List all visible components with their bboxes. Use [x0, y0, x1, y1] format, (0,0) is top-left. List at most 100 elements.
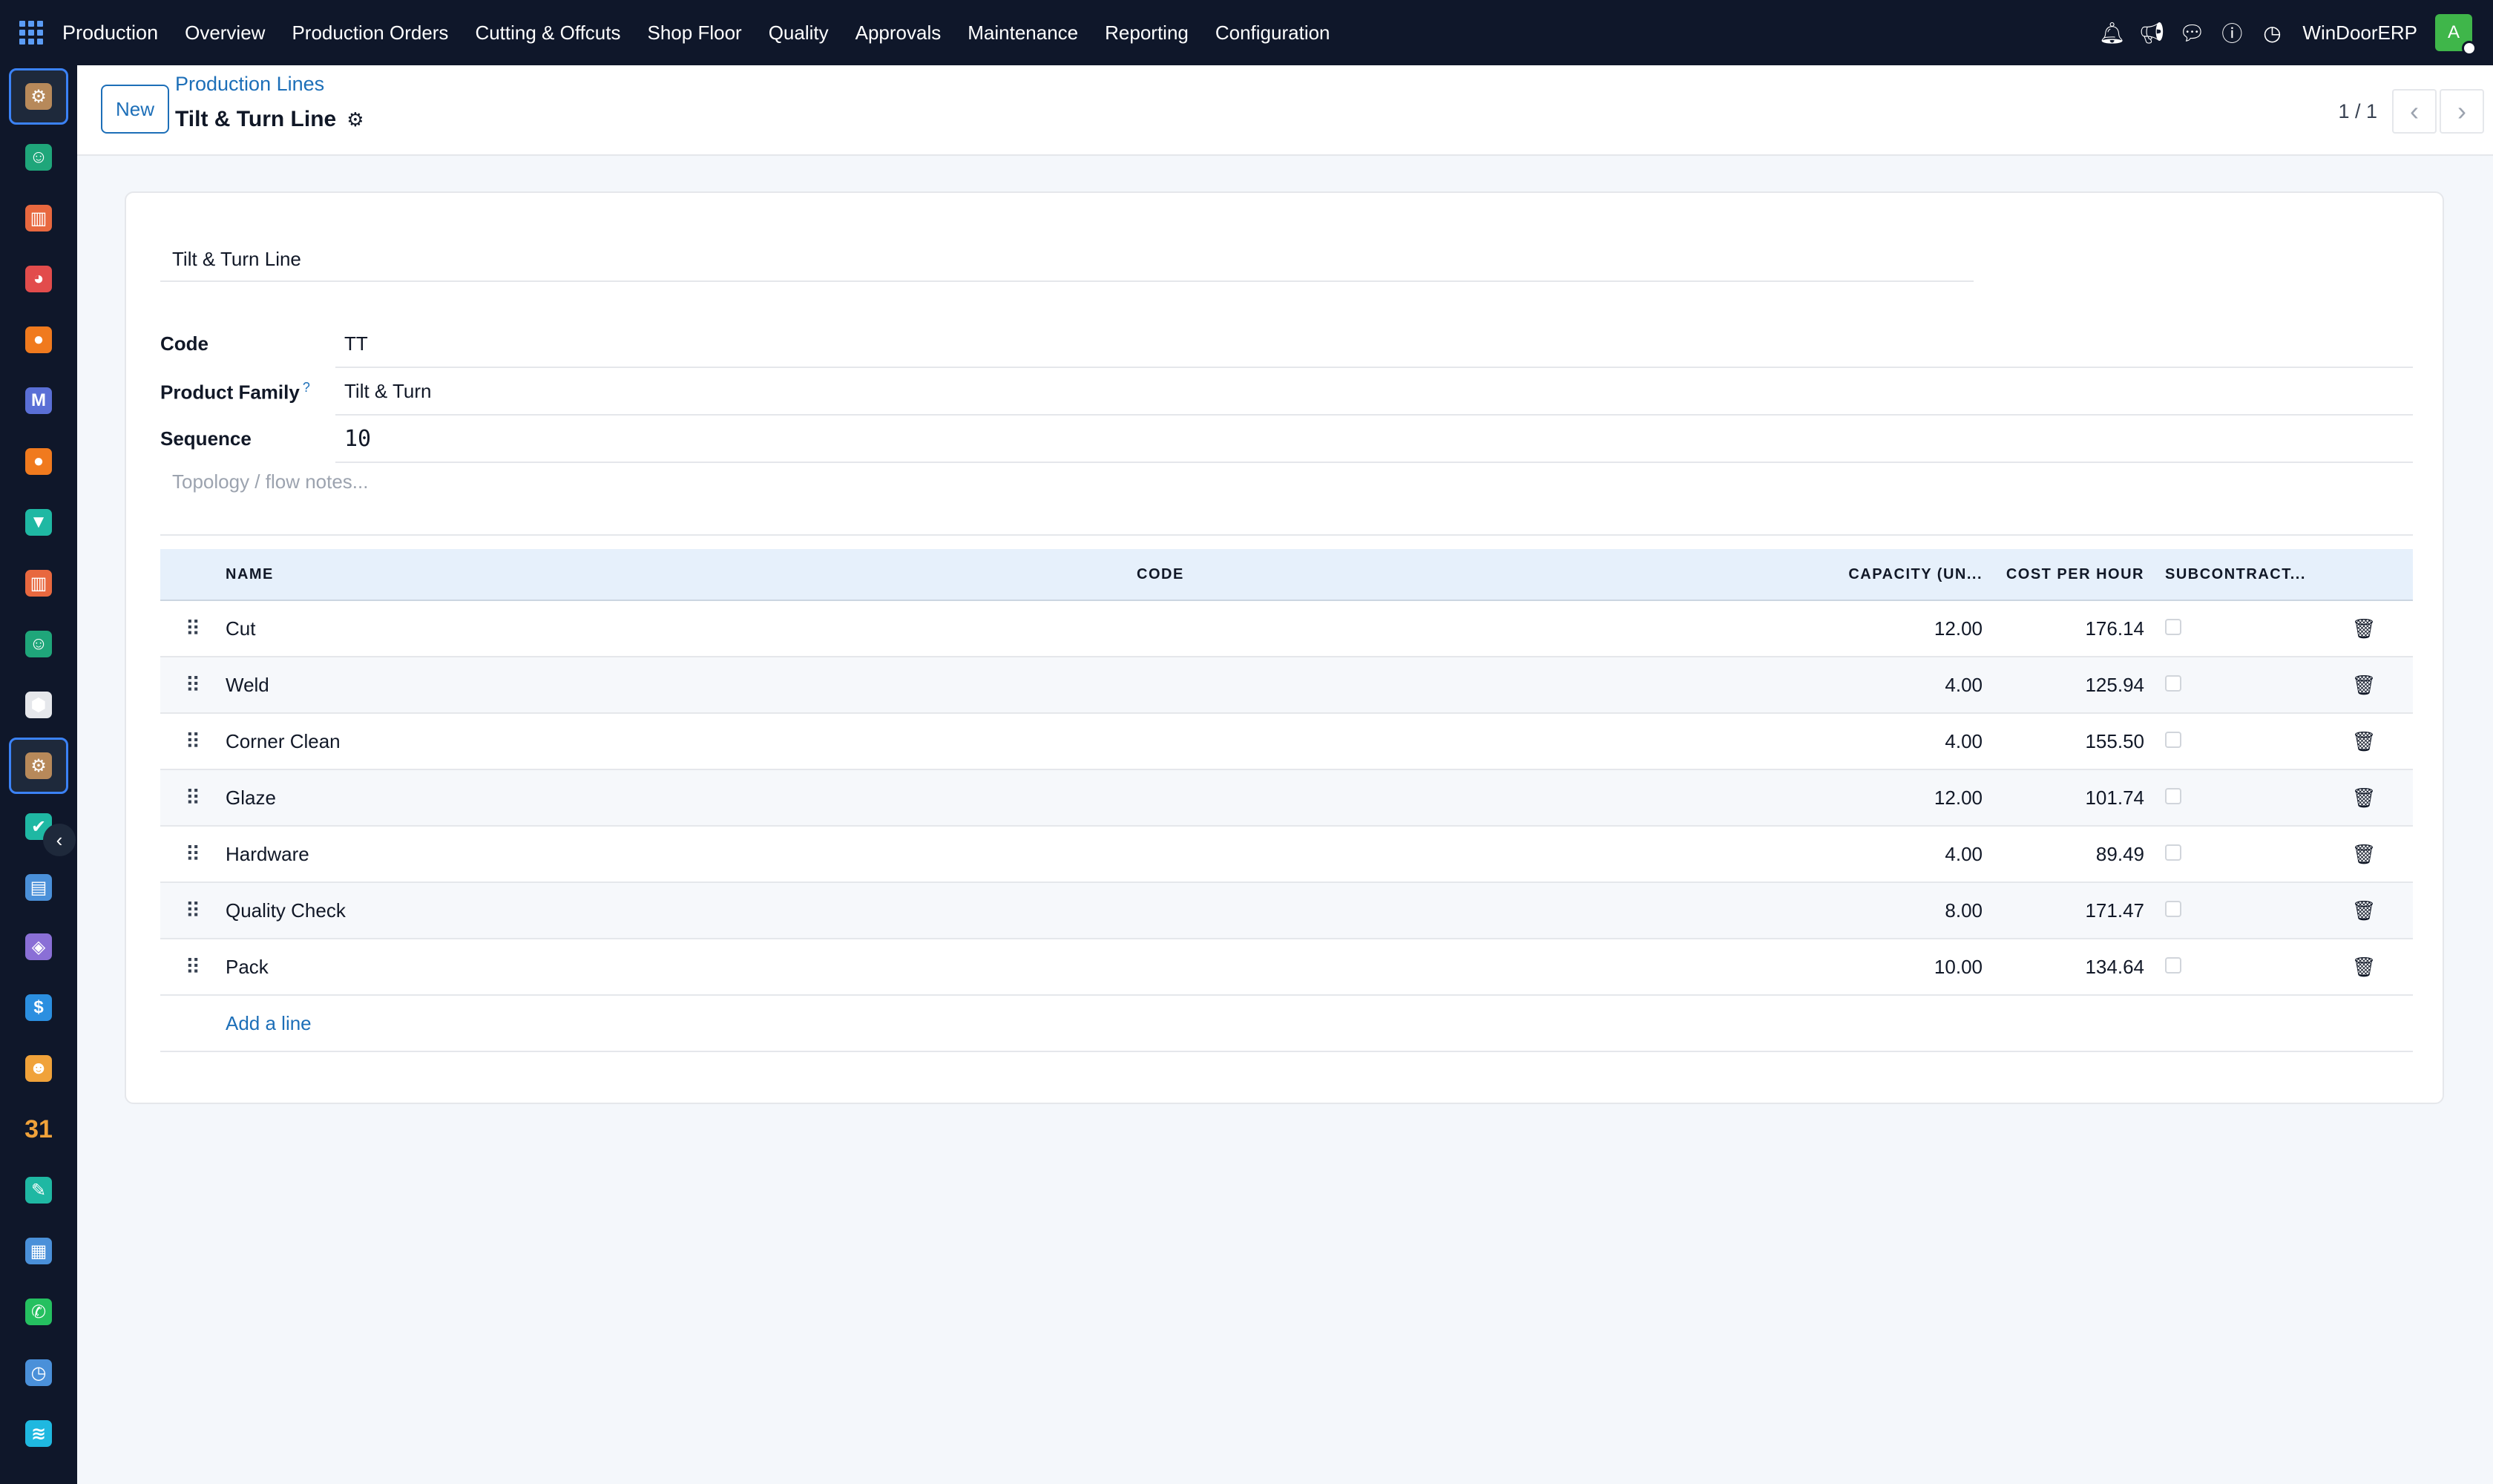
- line-name-input[interactable]: Tilt & Turn Line: [160, 237, 1974, 282]
- column-header-subcontract[interactable]: SUBCONTRACT...: [2155, 566, 2315, 583]
- menu-reporting[interactable]: Reporting: [1091, 0, 1202, 65]
- drag-handle-icon[interactable]: ⠿: [160, 673, 226, 697]
- menu-overview[interactable]: Overview: [171, 0, 278, 65]
- subcontract-checkbox[interactable]: [2165, 674, 2181, 692]
- app-switcher-button[interactable]: [0, 0, 62, 65]
- topology-notes-textarea[interactable]: Topology / flow notes...: [160, 463, 2413, 536]
- sidebar-app-sign-app[interactable]: ✎: [9, 1162, 68, 1218]
- cell-name[interactable]: Quality Check: [226, 899, 1137, 922]
- menu-production-orders[interactable]: Production Orders: [278, 0, 462, 65]
- subcontract-checkbox[interactable]: [2165, 787, 2181, 804]
- cell-capacity[interactable]: 12.00: [1804, 787, 1993, 810]
- cell-cost-per-hour[interactable]: 155.50: [1993, 730, 2155, 753]
- sidebar-app-sales-app[interactable]: ▥: [9, 555, 68, 611]
- breadcrumb-production-lines[interactable]: Production Lines: [175, 73, 324, 96]
- sidebar-app-invoicing-app[interactable]: $: [9, 979, 68, 1036]
- sidebar-app-team-app[interactable]: ☻: [9, 1040, 68, 1097]
- subcontract-checkbox[interactable]: [2165, 956, 2181, 974]
- sidebar-app-reporting-app[interactable]: ▥: [9, 190, 68, 246]
- sidebar-app-products-app[interactable]: ◈: [9, 919, 68, 975]
- subcontract-checkbox[interactable]: [2165, 900, 2181, 917]
- sidebar-app-chat-app[interactable]: ●: [9, 433, 68, 490]
- product-family-input[interactable]: Tilt & Turn: [335, 370, 2413, 416]
- table-row[interactable]: ⠿ Weld 4.00 125.94 🗑︎: [160, 657, 2413, 714]
- add-a-line-link[interactable]: Add a line: [226, 1012, 1137, 1035]
- drag-handle-icon[interactable]: ⠿: [160, 786, 226, 810]
- sidebar-app-manufacturing-app[interactable]: ⚙: [9, 738, 68, 794]
- sidebar-app-production-app[interactable]: ⚙: [9, 68, 68, 125]
- table-row[interactable]: ⠿ Hardware 4.00 89.49 🗑︎: [160, 827, 2413, 883]
- column-header-code[interactable]: CODE: [1137, 566, 1804, 583]
- cell-name[interactable]: Hardware: [226, 843, 1137, 866]
- table-row[interactable]: ⠿ Corner Clean 4.00 155.50 🗑︎: [160, 714, 2413, 770]
- chevron-left-icon[interactable]: ‹: [43, 824, 76, 856]
- pager-value[interactable]: 1 / 1: [2338, 100, 2377, 123]
- column-header-capacity[interactable]: CAPACITY (UN...: [1804, 566, 1993, 583]
- menu-configuration[interactable]: Configuration: [1202, 0, 1344, 65]
- sidebar-app-dashboard-app[interactable]: ◕: [9, 251, 68, 307]
- menu-quality[interactable]: Quality: [755, 0, 842, 65]
- megaphone-icon[interactable]: 📢︎: [2132, 0, 2172, 65]
- sidebar-app-website-app[interactable]: ≋: [9, 1405, 68, 1462]
- sequence-input[interactable]: 10: [335, 417, 2413, 463]
- sidebar-app-apps-dashboard[interactable]: ▦: [9, 1223, 68, 1279]
- column-header-cost-per-hour[interactable]: COST PER HOUR: [1993, 566, 2155, 583]
- cell-capacity[interactable]: 12.00: [1804, 617, 1993, 640]
- sidebar-app-project-app[interactable]: ▼: [9, 494, 68, 551]
- drag-handle-icon[interactable]: ⠿: [160, 617, 226, 641]
- cell-name[interactable]: Weld: [226, 674, 1137, 697]
- sidebar-app-inventory-app[interactable]: ⬢: [9, 677, 68, 733]
- user-avatar[interactable]: A: [2435, 14, 2477, 56]
- gear-icon[interactable]: ⚙: [346, 108, 364, 131]
- cell-cost-per-hour[interactable]: 171.47: [1993, 899, 2155, 922]
- drag-handle-icon[interactable]: ⠿: [160, 842, 226, 867]
- cell-name[interactable]: Cut: [226, 617, 1137, 640]
- menu-maintenance[interactable]: Maintenance: [954, 0, 1091, 65]
- sidebar-app-whatsapp-app[interactable]: ✆: [9, 1284, 68, 1340]
- table-row[interactable]: ⠿ Quality Check 8.00 171.47 🗑︎: [160, 883, 2413, 939]
- cell-capacity[interactable]: 8.00: [1804, 899, 1993, 922]
- cell-name[interactable]: Corner Clean: [226, 730, 1137, 753]
- cell-cost-per-hour[interactable]: 101.74: [1993, 787, 2155, 810]
- table-row[interactable]: ⠿ Pack 10.00 134.64 🗑︎: [160, 939, 2413, 996]
- sidebar-app-employees-app[interactable]: ☺: [9, 616, 68, 672]
- help-tooltip-icon[interactable]: ?: [303, 380, 310, 395]
- cell-cost-per-hour[interactable]: 125.94: [1993, 674, 2155, 697]
- trash-icon[interactable]: 🗑︎: [2315, 956, 2413, 979]
- code-input[interactable]: TT: [335, 322, 2413, 368]
- cell-name[interactable]: Glaze: [226, 787, 1137, 810]
- sidebar-app-knowledge-app[interactable]: ▤: [9, 859, 68, 916]
- pager-next-button[interactable]: ›: [2440, 89, 2484, 134]
- cell-capacity[interactable]: 4.00: [1804, 674, 1993, 697]
- table-row[interactable]: ⠿ Glaze 12.00 101.74 🗑︎: [160, 770, 2413, 827]
- sidebar-app-discuss-app[interactable]: ●: [9, 312, 68, 368]
- sidebar-app-calendar-app[interactable]: 31: [9, 1101, 68, 1158]
- menu-brand-production[interactable]: Production: [62, 0, 171, 65]
- help-icon[interactable]: ⓘ: [2212, 0, 2252, 65]
- sidebar-app-email-app[interactable]: M: [9, 372, 68, 429]
- trash-icon[interactable]: 🗑︎: [2315, 674, 2413, 697]
- drag-handle-icon[interactable]: ⠿: [160, 955, 226, 979]
- trash-icon[interactable]: 🗑︎: [2315, 617, 2413, 640]
- subcontract-checkbox[interactable]: [2165, 844, 2181, 861]
- subcontract-checkbox[interactable]: [2165, 731, 2181, 748]
- trash-icon[interactable]: 🗑︎: [2315, 787, 2413, 810]
- new-button[interactable]: New: [101, 85, 169, 134]
- pager-previous-button[interactable]: ‹: [2392, 89, 2437, 134]
- trash-icon[interactable]: 🗑︎: [2315, 899, 2413, 922]
- chat-bubbles-icon[interactable]: 💬︎: [2172, 0, 2212, 65]
- cell-capacity[interactable]: 4.00: [1804, 843, 1993, 866]
- subcontract-checkbox[interactable]: [2165, 618, 2181, 635]
- menu-shop-floor[interactable]: Shop Floor: [634, 0, 755, 65]
- company-name[interactable]: WinDoorERP: [2302, 22, 2417, 45]
- trash-icon[interactable]: 🗑︎: [2315, 843, 2413, 866]
- clock-icon[interactable]: ◷: [2252, 0, 2292, 65]
- drag-handle-icon[interactable]: ⠿: [160, 899, 226, 923]
- cell-cost-per-hour[interactable]: 89.49: [1993, 843, 2155, 866]
- menu-approvals[interactable]: Approvals: [842, 0, 955, 65]
- sidebar-app-timer-app[interactable]: ◷: [9, 1345, 68, 1401]
- sidebar-app-contacts-app[interactable]: ☺: [9, 129, 68, 186]
- menu-cutting-offcuts[interactable]: Cutting & Offcuts: [462, 0, 634, 65]
- bell-icon[interactable]: 🔔︎: [2092, 0, 2132, 65]
- drag-handle-icon[interactable]: ⠿: [160, 729, 226, 754]
